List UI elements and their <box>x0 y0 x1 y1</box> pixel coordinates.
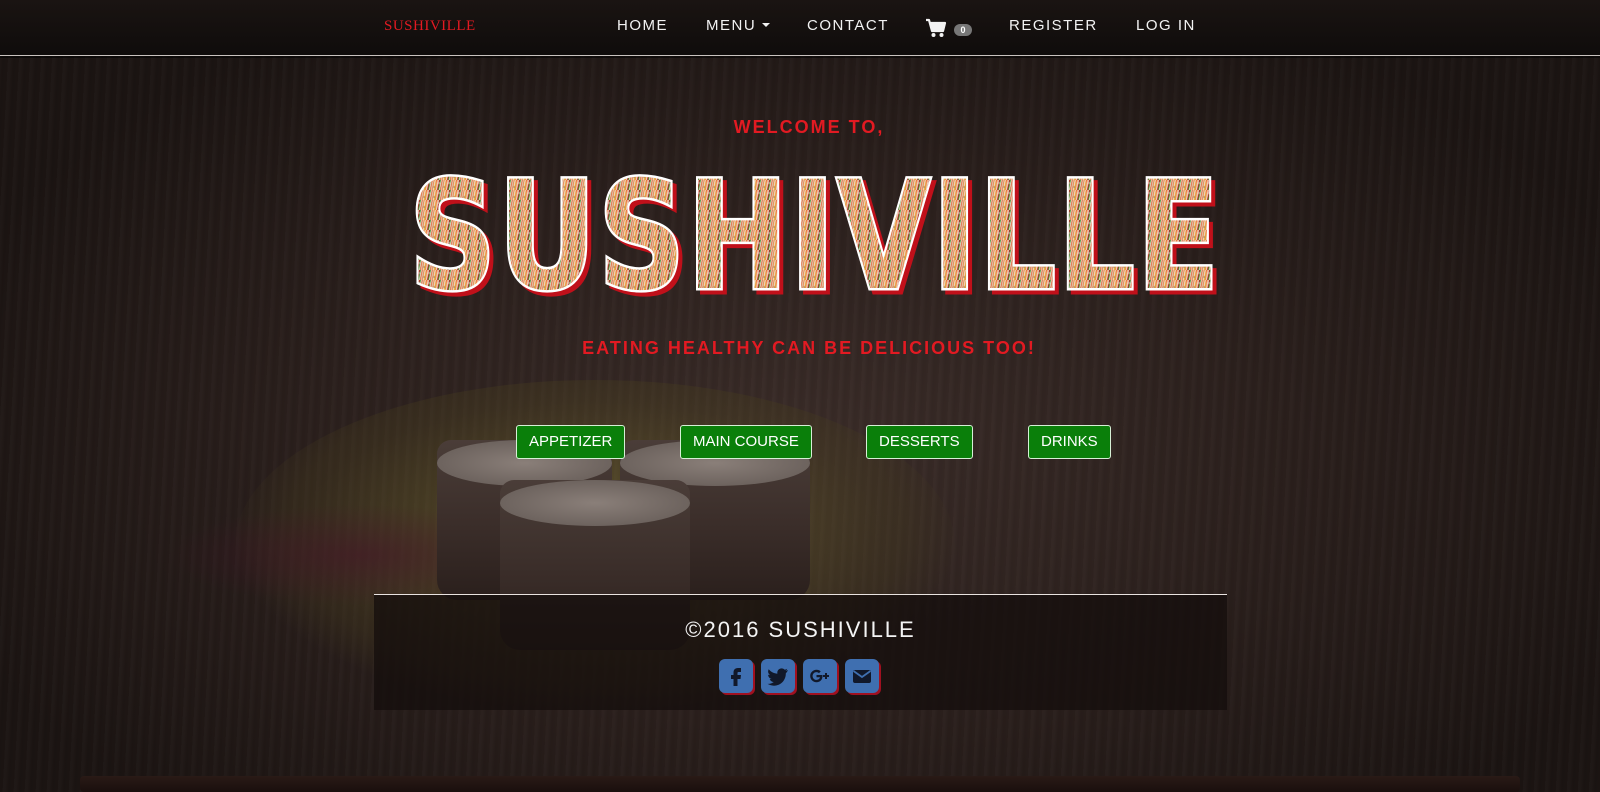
copyright-text: ©2016 SUSHIVILLE <box>685 617 916 642</box>
nav-menu-dropdown[interactable]: MENU <box>706 17 771 34</box>
cart-button[interactable]: 0 <box>925 18 975 40</box>
logo-text: SUSHIVILLE <box>409 160 1221 310</box>
facebook-icon <box>731 668 741 686</box>
nav-contact[interactable]: CONTACT <box>807 17 889 34</box>
tagline: EATING HEALTHY CAN BE DELICIOUS TOO! <box>582 338 1036 358</box>
cart-count-badge: 0 <box>954 24 972 36</box>
welcome-heading: WELCOME TO, <box>733 117 885 137</box>
nav-home[interactable]: HOME <box>617 17 668 34</box>
sushiville-logo: SUSHIVILLE <box>396 148 1234 327</box>
nav-menu-label: MENU <box>706 17 757 34</box>
desserts-button[interactable]: DESSERTS <box>866 425 973 459</box>
twitter-link[interactable] <box>761 659 795 693</box>
footer: ©2016 SUSHIVILLE <box>374 594 1227 710</box>
nav-login[interactable]: LOG IN <box>1136 17 1196 34</box>
drinks-button[interactable]: DRINKS <box>1028 425 1111 459</box>
facebook-link[interactable] <box>719 659 753 693</box>
caret-down-icon <box>762 23 771 27</box>
background-chopsticks <box>80 776 1520 792</box>
twitter-icon <box>767 668 788 686</box>
email-link[interactable] <box>845 659 879 693</box>
nav-register[interactable]: REGISTER <box>1009 17 1098 34</box>
email-icon <box>852 670 872 683</box>
appetizer-button[interactable]: APPETIZER <box>516 425 626 459</box>
google-plus-link[interactable] <box>803 659 837 693</box>
brand-link[interactable]: SUSHIVILLE <box>384 18 476 35</box>
google-plus-icon <box>810 669 829 683</box>
main-course-button[interactable]: MAIN COURSE <box>680 425 812 459</box>
navbar: SUSHIVILLE HOME MENU CONTACT 0 REGISTER … <box>0 0 1600 56</box>
shopping-cart-icon <box>926 18 947 37</box>
